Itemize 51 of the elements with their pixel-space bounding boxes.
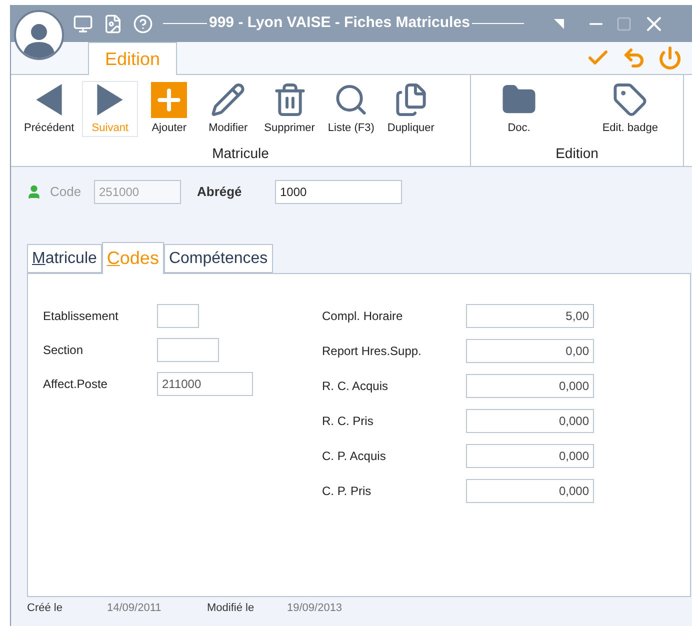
field-label: Affect.Poste <box>43 376 108 393</box>
group-label: Matricule <box>212 144 269 163</box>
document-icon[interactable] <box>103 14 123 34</box>
toolbar-button[interactable]: Supprimer <box>259 81 320 137</box>
field-label: Abrégé <box>197 183 243 202</box>
maximize-icon[interactable] <box>616 16 632 32</box>
tab[interactable]: Matricule <box>27 244 102 273</box>
help-icon[interactable] <box>133 14 153 34</box>
corner-icon <box>554 18 564 28</box>
field-label: C. P. Pris <box>322 483 372 500</box>
created-label: Créé le <box>27 600 64 616</box>
toolbar-button[interactable]: Dupliquer <box>382 81 440 137</box>
text-field[interactable]: 211000 <box>157 372 253 396</box>
tab[interactable]: Compétences <box>164 244 273 273</box>
toolbar-button[interactable]: Edit. badge <box>597 81 663 137</box>
right-triangle-icon <box>95 82 126 118</box>
number-field[interactable]: 0,000 <box>466 479 594 503</box>
field-label: C. P. Acquis <box>322 448 387 465</box>
toolbar-button[interactable]: Modifier <box>200 81 256 137</box>
undo-icon[interactable] <box>622 46 646 70</box>
number-field[interactable]: 5,00 <box>466 304 594 328</box>
text-field[interactable] <box>157 304 199 328</box>
toolbar-button[interactable]: Précédent <box>19 81 80 137</box>
number-field[interactable]: 0,000 <box>466 409 594 433</box>
toolbar-button[interactable]: Ajouter <box>141 81 198 137</box>
toolbar-button[interactable]: Liste (F3) <box>322 81 380 137</box>
number-field[interactable]: 0,00 <box>466 339 594 363</box>
pencil-icon <box>210 82 246 118</box>
modified-label: Modifié le <box>207 600 256 616</box>
field-label: Etablissement <box>43 308 120 325</box>
window-title: 999 - Lyon VAISE - Fiches Matricules <box>209 13 470 34</box>
left-triangle-icon <box>34 82 64 118</box>
field-label: Report Hres.Supp. <box>322 343 422 360</box>
tag-icon <box>612 82 648 118</box>
field-label: R. C. Acquis <box>322 378 390 395</box>
toolbar-button[interactable]: Doc. <box>491 81 547 137</box>
monitor-icon[interactable] <box>73 14 93 34</box>
field-label: Section <box>43 342 84 359</box>
plus-icon <box>151 82 188 118</box>
group-label: Edition <box>556 144 598 163</box>
modified-date: 19/09/2013 <box>287 600 342 616</box>
field-label: Compl. Horaire <box>322 308 404 325</box>
power-icon[interactable] <box>658 46 682 70</box>
text-field[interactable] <box>157 338 219 362</box>
field-label: Code <box>50 183 82 202</box>
short-name-field[interactable]: 1000 <box>275 180 402 204</box>
number-field[interactable]: 0,000 <box>466 374 594 398</box>
person-icon <box>26 184 42 200</box>
field-label: R. C. Pris <box>322 413 374 430</box>
created-date: 14/09/2011 <box>107 600 162 616</box>
number-field[interactable]: 0,000 <box>466 444 594 468</box>
